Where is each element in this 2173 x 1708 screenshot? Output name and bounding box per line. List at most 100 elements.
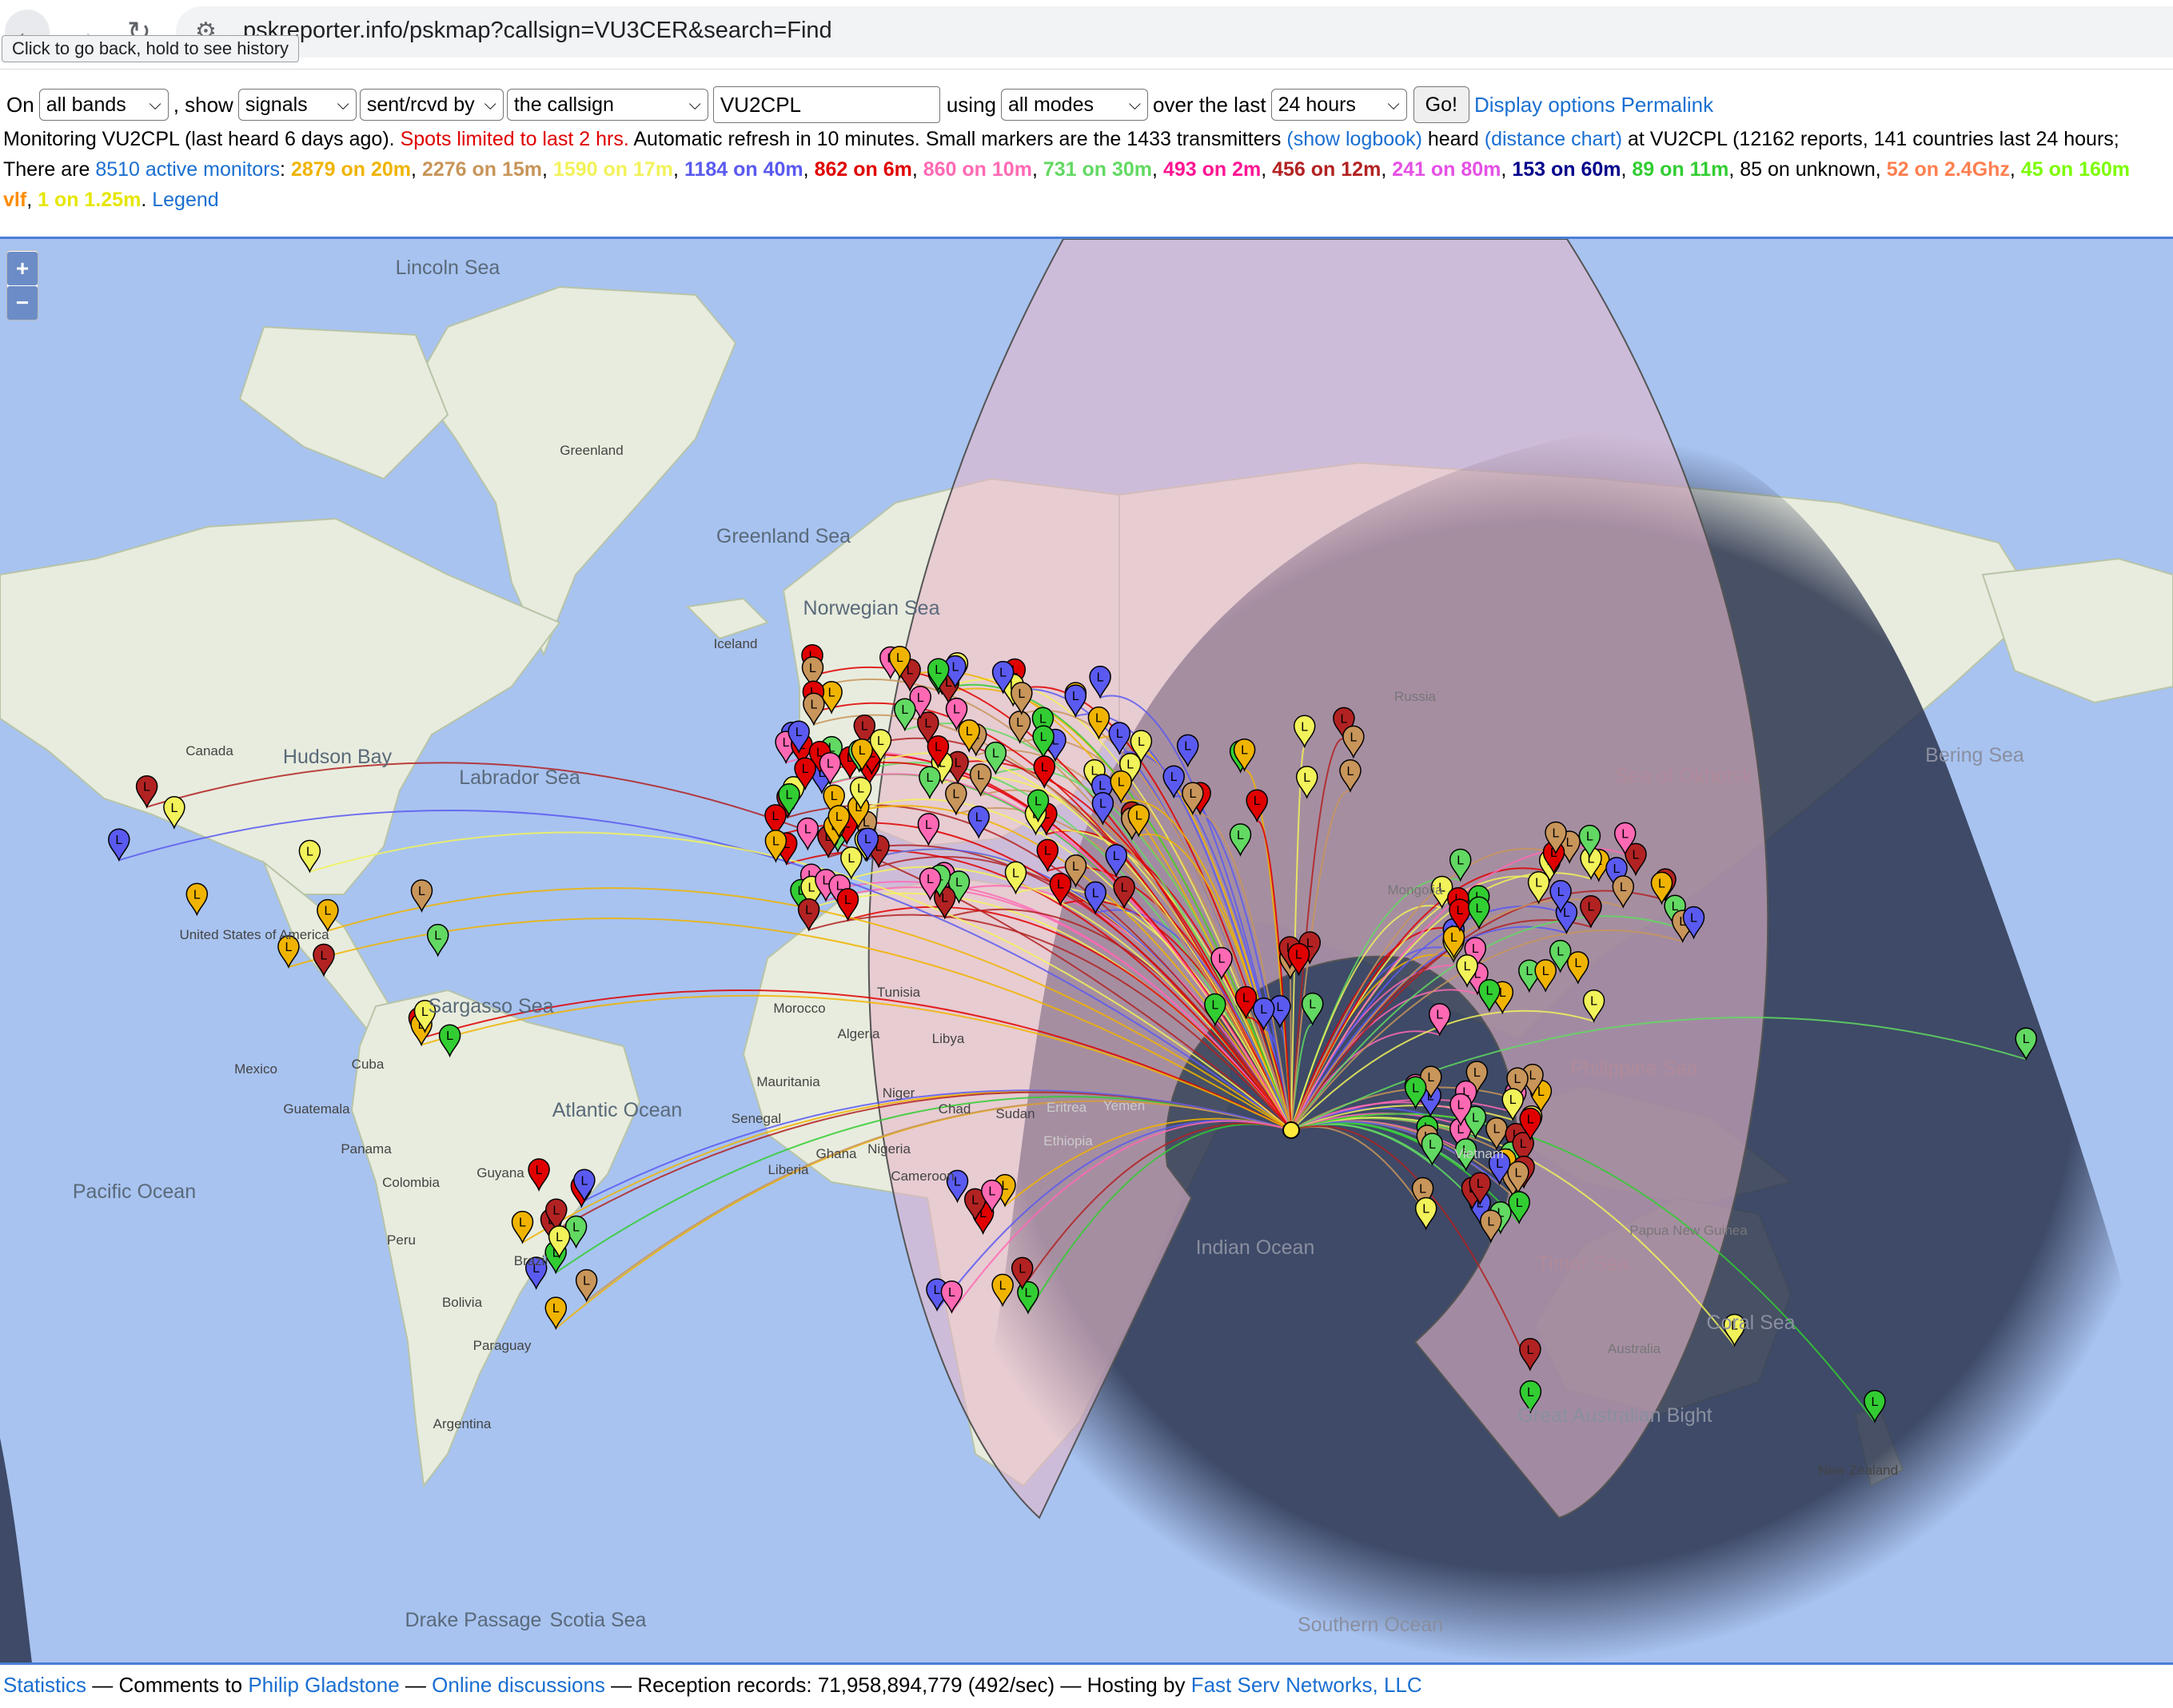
show-select[interactable]: signals ⌵ [237,89,357,121]
band-count: 860 on 10m [923,158,1032,181]
world-map[interactable]: L L L L L L L L L L L L L L L L L L L L L L L L L L L L L L L L L L L L L L L L… [0,239,2173,1663]
marker-letter: L [1098,779,1106,793]
philip-gladstone-link[interactable]: Philip Gladstone [248,1673,399,1697]
marker-letter: L [917,691,924,705]
marker-letter: L [1211,999,1218,1013]
marker-letter: L [948,1286,955,1300]
map-label: Greenland Sea [716,525,851,547]
display-options-link[interactable]: Display options [1474,93,1615,117]
zoom-in-button[interactable]: + [7,252,38,285]
marker-letter: L [1135,810,1142,823]
marker-letter: L [1295,949,1302,962]
marker-letter: L [805,904,812,918]
page-footer: Statistics — Comments to Philip Gladston… [0,1662,2173,1708]
marker-letter: L [1099,798,1106,811]
marker-letter: L [1024,1287,1031,1300]
map-query-form: On all bands ⌵ , show signals ⌵ sent/rcvd … [3,86,1713,123]
marker-letter: L [1044,844,1051,858]
marker-letter: L [193,888,201,902]
hosting-link[interactable]: Fast Serv Networks, LLC [1191,1673,1422,1697]
target-select-value: the callsign [513,93,614,116]
map-label: Algeria [838,1026,880,1041]
show-logbook-link[interactable]: (show logbook) [1286,128,1422,150]
marker-letter: L [1241,744,1248,758]
marker-letter: L [977,769,984,782]
map-view[interactable]: L L L L L L L L L L L L L L L L L L L L L L L L L L L L L L L L L L L L L L L L… [0,237,2173,1663]
marker-letter: L [1621,827,1629,841]
marker-letter: L [795,726,803,739]
comments-to-text: — Comments to [92,1673,243,1697]
marker-letter: L [1477,1177,1484,1191]
band-count-list-tail: 52 on 2.4Ghz, 45 on 160m [1886,158,2131,181]
mode-select[interactable]: all modes ⌵ [1001,89,1148,121]
map-label: Nigeria [867,1141,911,1157]
monitoring-text: Monitoring VU2CPL (last heard 6 days ago… [3,128,395,150]
chevron-down-icon: ⌵ [688,95,701,113]
active-monitors-link[interactable]: 8510 active monitors [95,158,280,181]
marker-letter: L [999,1279,1007,1292]
marker-letter: L [966,725,973,739]
marker-letter: L [1012,866,1019,880]
marker-letter: L [1871,1395,1878,1409]
map-label: Ethiopia [1043,1133,1093,1149]
address-bar[interactable]: ⚙ pskreporter.info/pskmap?callsign=VU3CE… [176,6,2173,58]
marker-letter: L [1527,1386,1534,1399]
marker-letter: L [955,756,962,770]
marker-letter: L [2023,1033,2030,1046]
map-label: Timor Sea [1537,1252,1629,1275]
url-text[interactable]: pskreporter.info/pskmap?callsign=VU3CER&… [243,18,832,44]
marker-letter: L [1041,761,1048,774]
chevron-down-icon: ⌵ [1387,95,1400,113]
online-discussions-link[interactable]: Online discussions [432,1673,605,1697]
home-station-marker[interactable] [1282,1121,1300,1139]
chevron-down-icon: ⌵ [1128,95,1141,113]
map-label: Sargasso Sea [428,995,553,1017]
marker-letter: L [804,823,811,837]
marker-letter: L [1097,671,1104,685]
marker-letter: L [992,747,999,761]
marker-letter: L [1487,1215,1494,1228]
marker-letter: L [1514,1166,1521,1180]
marker-letter: L [1620,881,1627,894]
zoom-out-button[interactable]: − [7,286,38,320]
map-label: Tunisia [877,985,921,1000]
period-select[interactable]: 24 hours ⌵ [1270,89,1407,121]
marker-letter: L [1019,1262,1026,1276]
marker-letter: L [1092,886,1099,900]
band-select[interactable]: all bands ⌵ [38,89,169,121]
browser-toolbar: ← → ↻ ⚙ pskreporter.info/pskmap?callsign… [0,0,2173,70]
target-select[interactable]: the callsign ⌵ [506,89,708,121]
map-label: Vietnam [1454,1146,1504,1161]
legend-link[interactable]: Legend [152,189,218,211]
marker-letter: L [1016,716,1023,730]
marker-letter: L [580,1174,588,1188]
map-label: Atlantic Ocean [552,1099,683,1121]
marker-letter: L [1574,957,1581,970]
marker-letter: L [783,736,790,750]
band-count: 2276 on 15m [421,158,543,181]
direction-select[interactable]: sent/rcvd by ⌵ [359,89,504,121]
distance-chart-link[interactable]: (distance chart) [1485,128,1622,150]
marker-letter: L [1095,712,1102,726]
marker-letter: L [1436,1009,1443,1022]
marker-letter: L [1039,712,1047,726]
map-label: Eritrea [1047,1100,1087,1115]
band-count: 241 on 80m [1392,158,1501,181]
map-label: Liberia [768,1162,809,1177]
marker-letter: L [1690,912,1697,926]
show-select-value: signals [245,93,308,116]
map-label: Iceland [714,636,758,651]
band-count: 1184 on 40m [684,158,803,181]
on-label: On [6,92,34,117]
go-button[interactable]: Go! [1413,86,1469,123]
marker-letter: L [835,810,843,824]
marker-letter: L [847,852,855,866]
marker-letter: L [1138,735,1145,749]
statistics-link[interactable]: Statistics [3,1673,86,1697]
marker-letter: L [831,790,838,803]
marker-letter: L [1475,902,1482,915]
marker-letter: L [1527,1113,1534,1127]
callsign-input[interactable] [712,86,940,123]
permalink-link[interactable]: Permalink [1621,93,1713,117]
marker-letter: L [1427,1071,1434,1085]
